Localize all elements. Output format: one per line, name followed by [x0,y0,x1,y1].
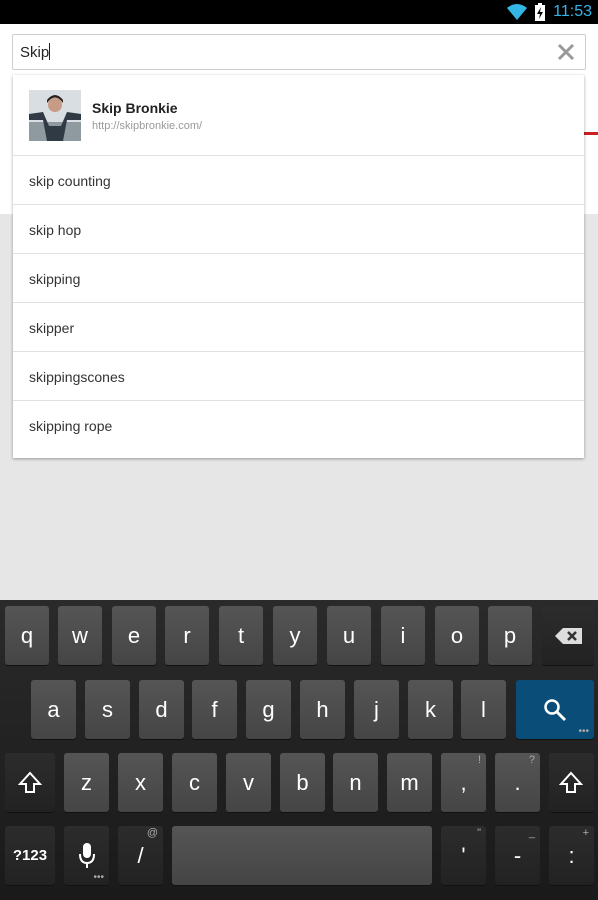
key-apostrophe-label: ' [461,843,466,868]
key-period[interactable]: . ? [495,753,540,812]
key-g[interactable]: g [246,680,291,739]
search-input-text[interactable]: Skip [20,43,51,61]
key-slash[interactable]: / @ [118,826,163,885]
key-r[interactable]: r [165,606,209,665]
search-input[interactable]: Skip [12,34,586,70]
key-colon-label: : [568,843,575,868]
battery-icon [535,3,545,21]
key-e[interactable]: e [112,606,156,665]
key-y[interactable]: y [273,606,317,665]
key-d[interactable]: d [139,680,184,739]
shift-key[interactable] [5,753,55,812]
suggestion-item[interactable]: skip hop [13,205,584,254]
key-z[interactable]: z [64,753,109,812]
shift-icon [559,771,583,793]
key-slash-hint: @ [146,827,158,839]
key-n[interactable]: n [333,753,378,812]
key-t[interactable]: t [219,606,263,665]
suggestion-text: skipping [29,271,81,287]
key-p[interactable]: p [488,606,532,665]
key-period-hint: ? [528,754,535,766]
key-colon[interactable]: : + [549,826,594,885]
suggestion-text: skipper [29,320,75,336]
search-key[interactable]: ••• [516,680,594,739]
search-icon [544,699,567,722]
key-apostrophe-hint: " [477,827,481,839]
key-c[interactable]: c [172,753,217,812]
suggestion-text: skip hop [29,222,82,238]
key-x[interactable]: x [118,753,163,812]
suggestion-text: skipping rope [29,418,113,434]
wifi-icon [507,4,527,20]
site-url: http://skipbronkie.com/ [92,120,203,132]
suggestion-text: skip counting [29,173,111,189]
more-dots: ••• [93,872,104,883]
person-photo-icon [29,90,81,141]
key-comma-label: , [460,770,467,795]
key-dash-hint: _ [528,827,535,839]
key-v[interactable]: v [226,753,271,812]
suggestion-item[interactable]: skippingscones [13,352,584,401]
key-b[interactable]: b [280,753,325,812]
soft-keyboard: q w e r t y u i o p a s d f g h j k l ••… [0,600,598,900]
key-h[interactable]: h [300,680,345,739]
key-i[interactable]: i [381,606,425,665]
suggestion-item[interactable]: skipping [13,254,584,303]
key-period-label: . [514,770,521,795]
symbols-key[interactable]: ?123 [5,826,55,885]
key-colon-hint: + [582,827,589,839]
search-query: Skip [20,44,50,61]
key-apostrophe[interactable]: ' " [441,826,486,885]
more-dots: ••• [578,726,589,737]
microphone-icon [79,843,95,868]
suggestion-item[interactable]: skipping rope [13,401,584,449]
shift-icon [18,771,42,793]
clear-icon[interactable] [555,41,577,63]
backspace-icon [555,628,582,644]
site-title: Skip Bronkie [92,100,178,116]
key-q[interactable]: q [5,606,49,665]
key-k[interactable]: k [408,680,453,739]
key-dash[interactable]: - _ [495,826,540,885]
suggestion-site[interactable]: Skip Bronkie http://skipbronkie.com/ [13,75,584,156]
space-bar[interactable] [172,826,432,885]
key-l[interactable]: l [461,680,506,739]
key-comma[interactable]: , ! [441,753,486,812]
voice-input-key[interactable]: ••• [64,826,109,885]
key-dash-label: - [513,843,522,868]
key-slash-label: / [137,843,144,868]
key-m[interactable]: m [387,753,432,812]
backspace-key[interactable] [542,606,594,665]
key-o[interactable]: o [435,606,479,665]
suggestions-dropdown: Skip Bronkie http://skipbronkie.com/ ski… [13,75,584,458]
key-f[interactable]: f [192,680,237,739]
key-comma-hint: ! [477,754,481,766]
text-cursor [49,43,51,60]
shift-key-right[interactable] [549,753,594,812]
key-s[interactable]: s [85,680,130,739]
key-w[interactable]: w [58,606,102,665]
key-u[interactable]: u [327,606,371,665]
suggestion-text: skippingscones [29,369,125,385]
site-thumbnail [29,90,81,141]
clock: 11:53 [553,3,592,20]
suggestion-item[interactable]: skip counting [13,156,584,205]
suggestion-item[interactable]: skipper [13,303,584,352]
status-bar: 11:53 [0,0,598,24]
key-j[interactable]: j [354,680,399,739]
key-a[interactable]: a [31,680,76,739]
